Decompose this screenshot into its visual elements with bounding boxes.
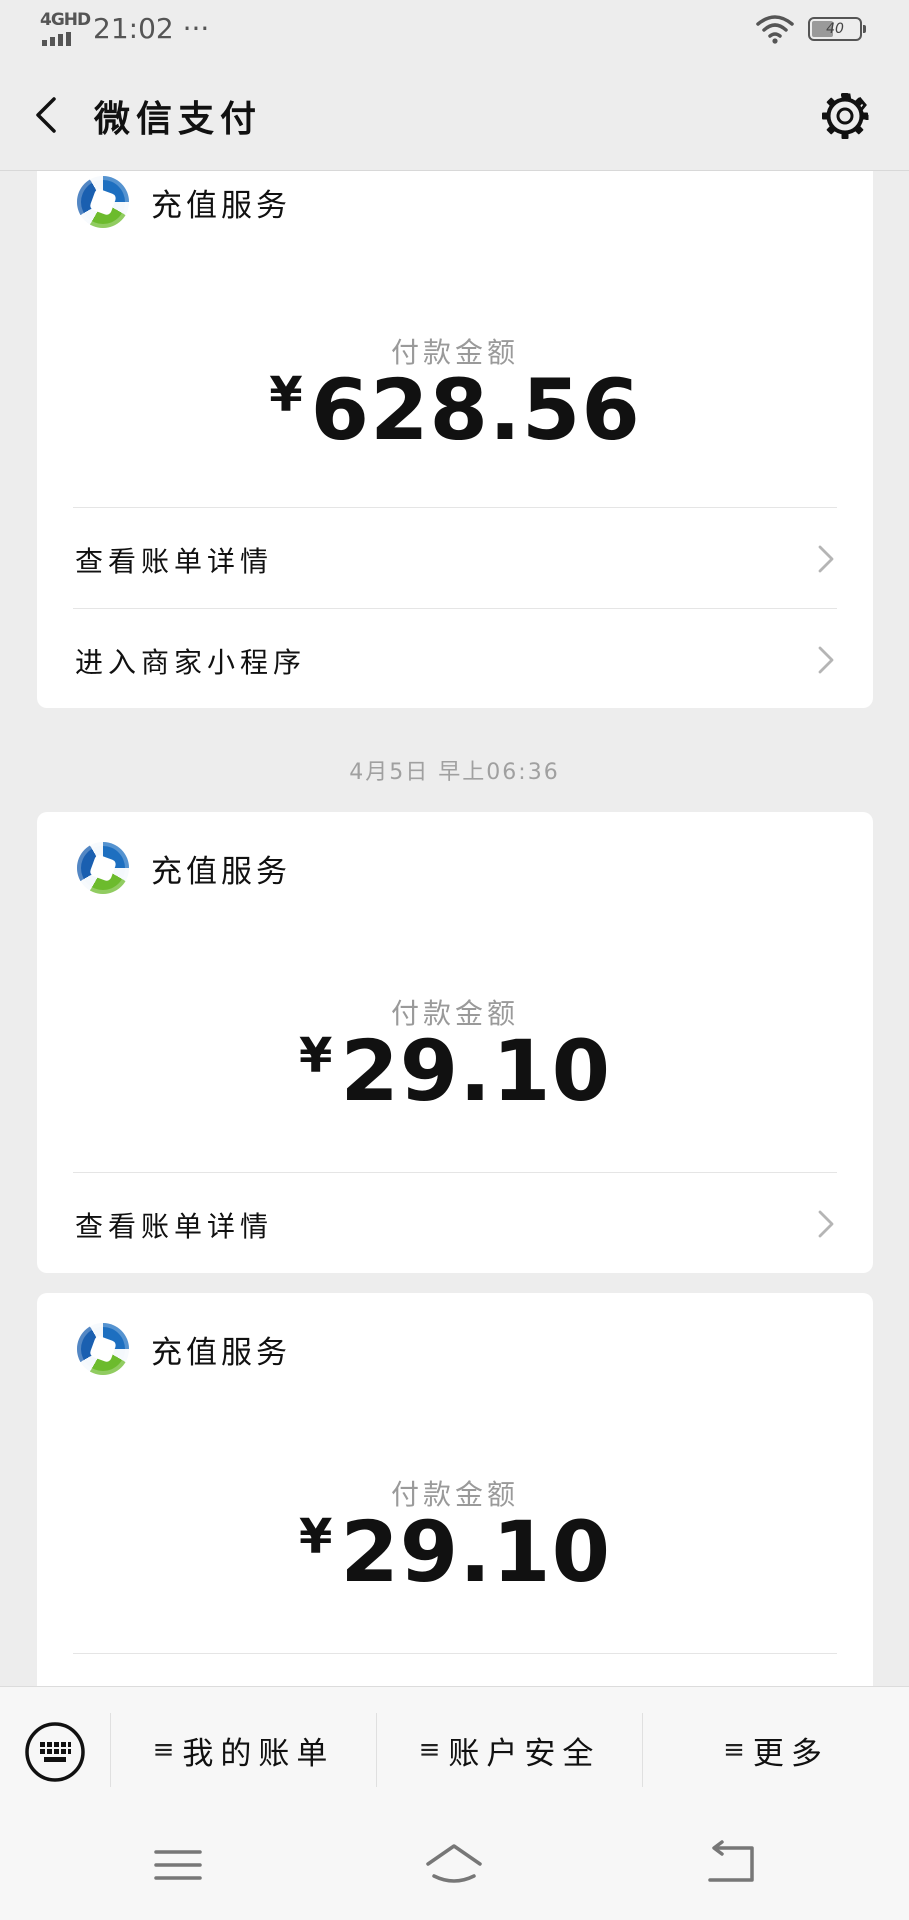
- amount-value: 29.10: [340, 1503, 612, 1601]
- chevron-right-icon: [818, 1210, 834, 1238]
- merchant-logo-icon: [77, 842, 129, 894]
- message-list: 充值服务 付款金额 ¥628.56 查看账单详情 进入商家小程序 4月5日 早上…: [0, 171, 909, 1686]
- amount-value: 628.56: [310, 361, 641, 459]
- network-type: 4GHD: [40, 10, 91, 30]
- keyboard-icon[interactable]: [24, 1721, 86, 1783]
- row-label: 查看账单详情: [75, 545, 274, 578]
- message-timestamp: 4月5日 早上06:36: [349, 760, 560, 785]
- payment-card: 充值服务 付款金额 ¥29.10: [37, 1293, 873, 1686]
- merchant-header: 充值服务: [77, 176, 397, 232]
- payment-amount: ¥628.56: [37, 361, 873, 459]
- divider: [73, 1653, 837, 1654]
- menu-lines-icon: ≡: [723, 1735, 745, 1765]
- payment-amount: ¥29.10: [37, 1503, 873, 1601]
- enter-mini-program-row[interactable]: 进入商家小程序: [37, 609, 873, 709]
- wifi-icon: [756, 15, 794, 44]
- merchant-header: 充值服务: [77, 842, 397, 898]
- chevron-right-icon: [818, 646, 834, 674]
- merchant-name: 充值服务: [151, 854, 291, 890]
- menu-label: 账户安全: [448, 1735, 601, 1772]
- menu-label: 更多: [752, 1735, 829, 1772]
- gear-icon[interactable]: [820, 91, 870, 141]
- nav-bar: 微信支付: [0, 60, 909, 171]
- payment-card: 充值服务 付款金额 ¥29.10 查看账单详情: [37, 812, 873, 1273]
- battery-level: 40: [826, 21, 844, 37]
- menu-more[interactable]: ≡ 更多: [643, 1725, 909, 1775]
- chevron-right-icon: [818, 545, 834, 573]
- view-bill-details-row[interactable]: 查看账单详情: [37, 508, 873, 608]
- back-arrow-icon[interactable]: [702, 1840, 762, 1890]
- currency-symbol: ¥: [298, 1509, 333, 1565]
- status-time: 21:02 ···: [93, 12, 210, 45]
- service-menu-bar: ≡ 我的账单 ≡ 账户安全 ≡ 更多: [0, 1686, 909, 1811]
- merchant-name: 充值服务: [151, 1335, 291, 1371]
- amount-value: 29.10: [340, 1022, 612, 1120]
- row-label: 进入商家小程序: [75, 646, 307, 679]
- row-label: 查看账单详情: [75, 1210, 274, 1243]
- payment-amount: ¥29.10: [37, 1022, 873, 1120]
- currency-symbol: ¥: [269, 367, 303, 423]
- menu-lines-icon: ≡: [418, 1735, 441, 1765]
- currency-symbol: ¥: [298, 1028, 333, 1084]
- chevron-left-icon[interactable]: [28, 95, 68, 135]
- merchant-name: 充值服务: [151, 188, 291, 224]
- view-bill-details-row[interactable]: 查看账单详情: [37, 1173, 873, 1273]
- menu-account-security[interactable]: ≡ 账户安全: [377, 1725, 642, 1775]
- menu-lines-icon: ≡: [152, 1735, 175, 1765]
- payment-card: 充值服务 付款金额 ¥628.56 查看账单详情 进入商家小程序: [37, 171, 873, 708]
- system-nav-bar: [0, 1810, 909, 1920]
- merchant-header: 充值服务: [77, 1323, 397, 1379]
- menu-lines-icon[interactable]: [148, 1840, 208, 1890]
- status-bar: 4GHD 21:02 ··· 40: [0, 0, 909, 60]
- battery-icon: 40: [808, 17, 866, 41]
- menu-my-bills[interactable]: ≡ 我的账单: [111, 1725, 376, 1775]
- merchant-logo-icon: [77, 176, 129, 228]
- signal-icon: 4GHD: [38, 10, 91, 46]
- home-icon[interactable]: [424, 1840, 484, 1890]
- merchant-logo-icon: [77, 1323, 129, 1375]
- menu-label: 我的账单: [182, 1735, 335, 1772]
- page-title: 微信支付: [94, 99, 263, 140]
